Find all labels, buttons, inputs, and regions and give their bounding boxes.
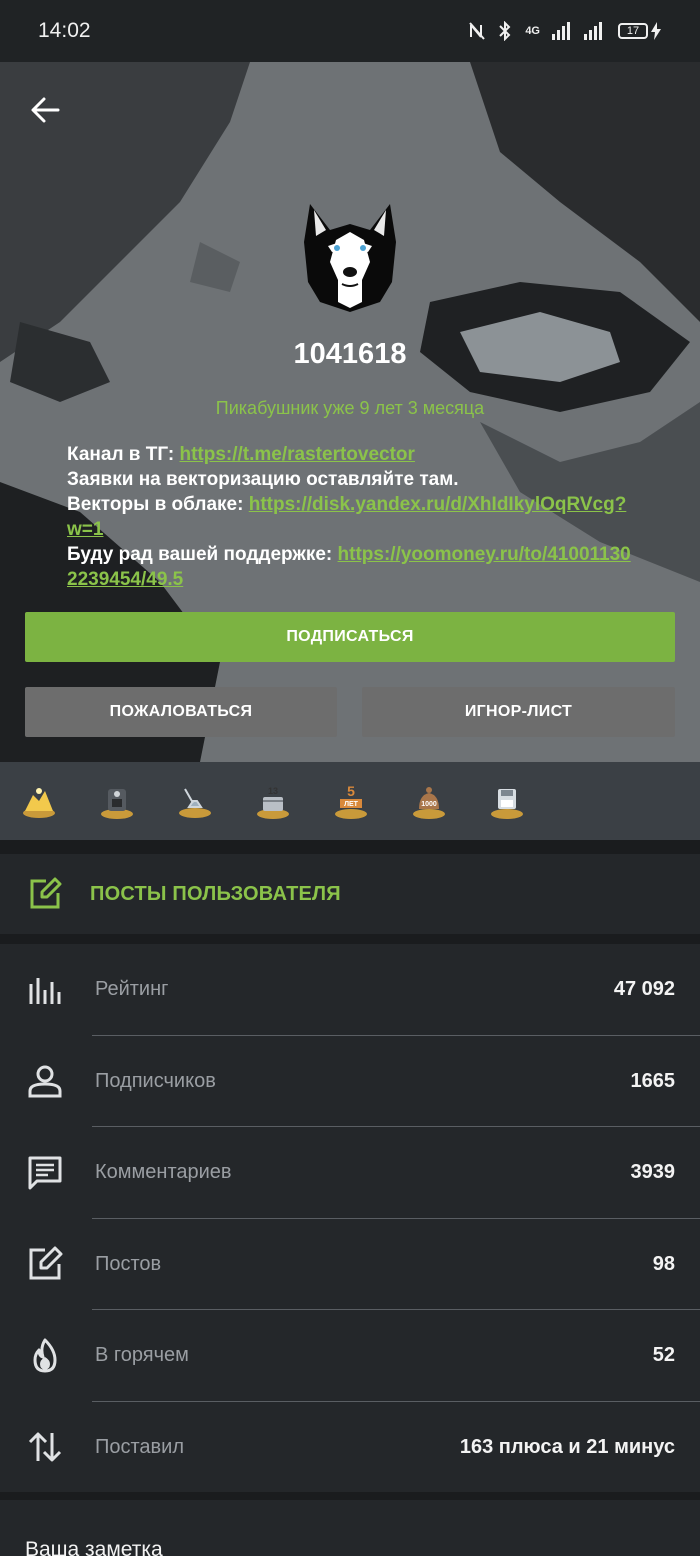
- subscribe-button[interactable]: ПОДПИСАТЬСЯ: [25, 612, 675, 662]
- status-icons: 4G 17: [469, 21, 662, 41]
- stat-label: Рейтинг: [95, 978, 169, 1001]
- battery-icon: 17: [618, 22, 662, 40]
- stat-value: 3939: [630, 1161, 676, 1184]
- stat-value: 163 плюса и 21 минус: [459, 1435, 675, 1458]
- note-label: Ваша заметка: [25, 1538, 163, 1556]
- stat-value: 52: [652, 1344, 675, 1367]
- profile-bio: Канал в ТГ: https://t.me/rastertovector …: [67, 442, 637, 592]
- flame-icon: [33, 1338, 57, 1373]
- charging-icon: [651, 22, 661, 40]
- section-divider: [0, 934, 700, 944]
- stat-row-hot[interactable]: В горячем 52: [0, 1310, 700, 1402]
- edit-icon: [29, 1246, 63, 1280]
- nfc-icon: [469, 22, 486, 40]
- stat-label: Поставил: [95, 1435, 185, 1458]
- stat-row-comments[interactable]: Комментариев 3939: [0, 1127, 700, 1219]
- profile-since: Пикабушник уже 9 лет 3 месяца: [215, 398, 485, 418]
- stat-row-rating: Рейтинг 47 092: [0, 944, 700, 1036]
- stat-label: В горячем: [95, 1344, 189, 1367]
- user-posts-label: ПОСТЫ ПОЛЬЗОВАТЕЛЯ: [90, 882, 341, 905]
- bio-cloud-label: Векторы в облаке:: [67, 494, 249, 515]
- gold-pile-award-icon[interactable]: [19, 781, 59, 821]
- battery-level: 17: [618, 23, 648, 39]
- bio-telegram-link[interactable]: https://t.me/rastertovector: [179, 444, 414, 465]
- profile-stats: Рейтинг 47 092 Подписчиков 1665 Коммента…: [0, 944, 700, 1492]
- bio-line-telegram: Канал в ТГ: https://t.me/rastertovector: [67, 442, 637, 467]
- svg-text:1000: 1000: [421, 801, 437, 808]
- stat-row-subscribers[interactable]: Подписчиков 1665: [0, 1036, 700, 1127]
- svg-text:ЛЕТ: ЛЕТ: [344, 801, 359, 808]
- bio-telegram-label: Канал в ТГ:: [67, 444, 180, 465]
- stat-label: Комментариев: [95, 1161, 232, 1184]
- five-years-award-icon[interactable]: 5 ЛЕТ: [331, 781, 371, 821]
- bluetooth-icon: [499, 21, 511, 41]
- svg-text:5: 5: [347, 783, 355, 799]
- user-posts-link[interactable]: ПОСТЫ ПОЛЬЗОВАТЕЛЯ: [0, 854, 700, 934]
- edit-posts-icon: [30, 877, 62, 909]
- stat-label: Подписчиков: [95, 1069, 216, 1092]
- bio-line-cloud: Векторы в облаке: https://disk.yandex.ru…: [67, 492, 637, 542]
- person-icon: [28, 1065, 62, 1098]
- coffee-machine-award-icon[interactable]: [97, 781, 137, 821]
- cake-13-award-icon[interactable]: 13: [253, 781, 293, 821]
- section-divider: [0, 840, 700, 854]
- status-bar: 14:02 4G 17: [0, 0, 700, 62]
- signal-2-icon: [584, 22, 602, 40]
- section-divider: [0, 1492, 700, 1500]
- signal-1-icon: [552, 22, 570, 40]
- stat-value: 47 092: [613, 978, 675, 1001]
- stat-value: 98: [652, 1252, 675, 1275]
- stat-value: 1665: [630, 1069, 676, 1092]
- avatar[interactable]: [300, 202, 400, 314]
- rating-bars-icon: [29, 977, 61, 1004]
- network-type-icon: 4G: [525, 25, 540, 37]
- 1000-award-icon[interactable]: 1000: [409, 781, 449, 821]
- comment-icon: [28, 1156, 62, 1190]
- bio-support-label: Буду рад вашей поддержке:: [67, 544, 338, 565]
- stat-row-votes: Поставил 163 плюса и 21 минус: [0, 1402, 700, 1494]
- bio-line-requests: Заявки на векторизацию оставляйте там.: [67, 469, 459, 490]
- stat-row-posts[interactable]: Постов 98: [0, 1219, 700, 1310]
- report-button[interactable]: ПОЖАЛОВАТЬСЯ: [25, 687, 337, 737]
- floppy-disk-award-icon[interactable]: [487, 781, 527, 821]
- back-arrow-icon[interactable]: [26, 90, 66, 130]
- bio-line-support: Буду рад вашей поддержке: https://yoomon…: [67, 542, 637, 592]
- user-note-section[interactable]: Ваша заметка: [0, 1500, 700, 1556]
- awards-strip: 13 5 ЛЕТ 1000: [0, 762, 700, 840]
- stat-label: Постов: [95, 1252, 162, 1275]
- lamp-award-icon[interactable]: [175, 781, 215, 821]
- ignore-list-button[interactable]: ИГНОР-ЛИСТ: [362, 687, 675, 737]
- status-time: 14:02: [38, 19, 91, 42]
- profile-username: 1041618: [293, 338, 407, 370]
- up-down-arrows-icon: [28, 1432, 62, 1462]
- award-13-text: 13: [268, 786, 278, 796]
- profile-header: 1041618 Пикабушник уже 9 лет 3 месяца Ка…: [0, 62, 700, 762]
